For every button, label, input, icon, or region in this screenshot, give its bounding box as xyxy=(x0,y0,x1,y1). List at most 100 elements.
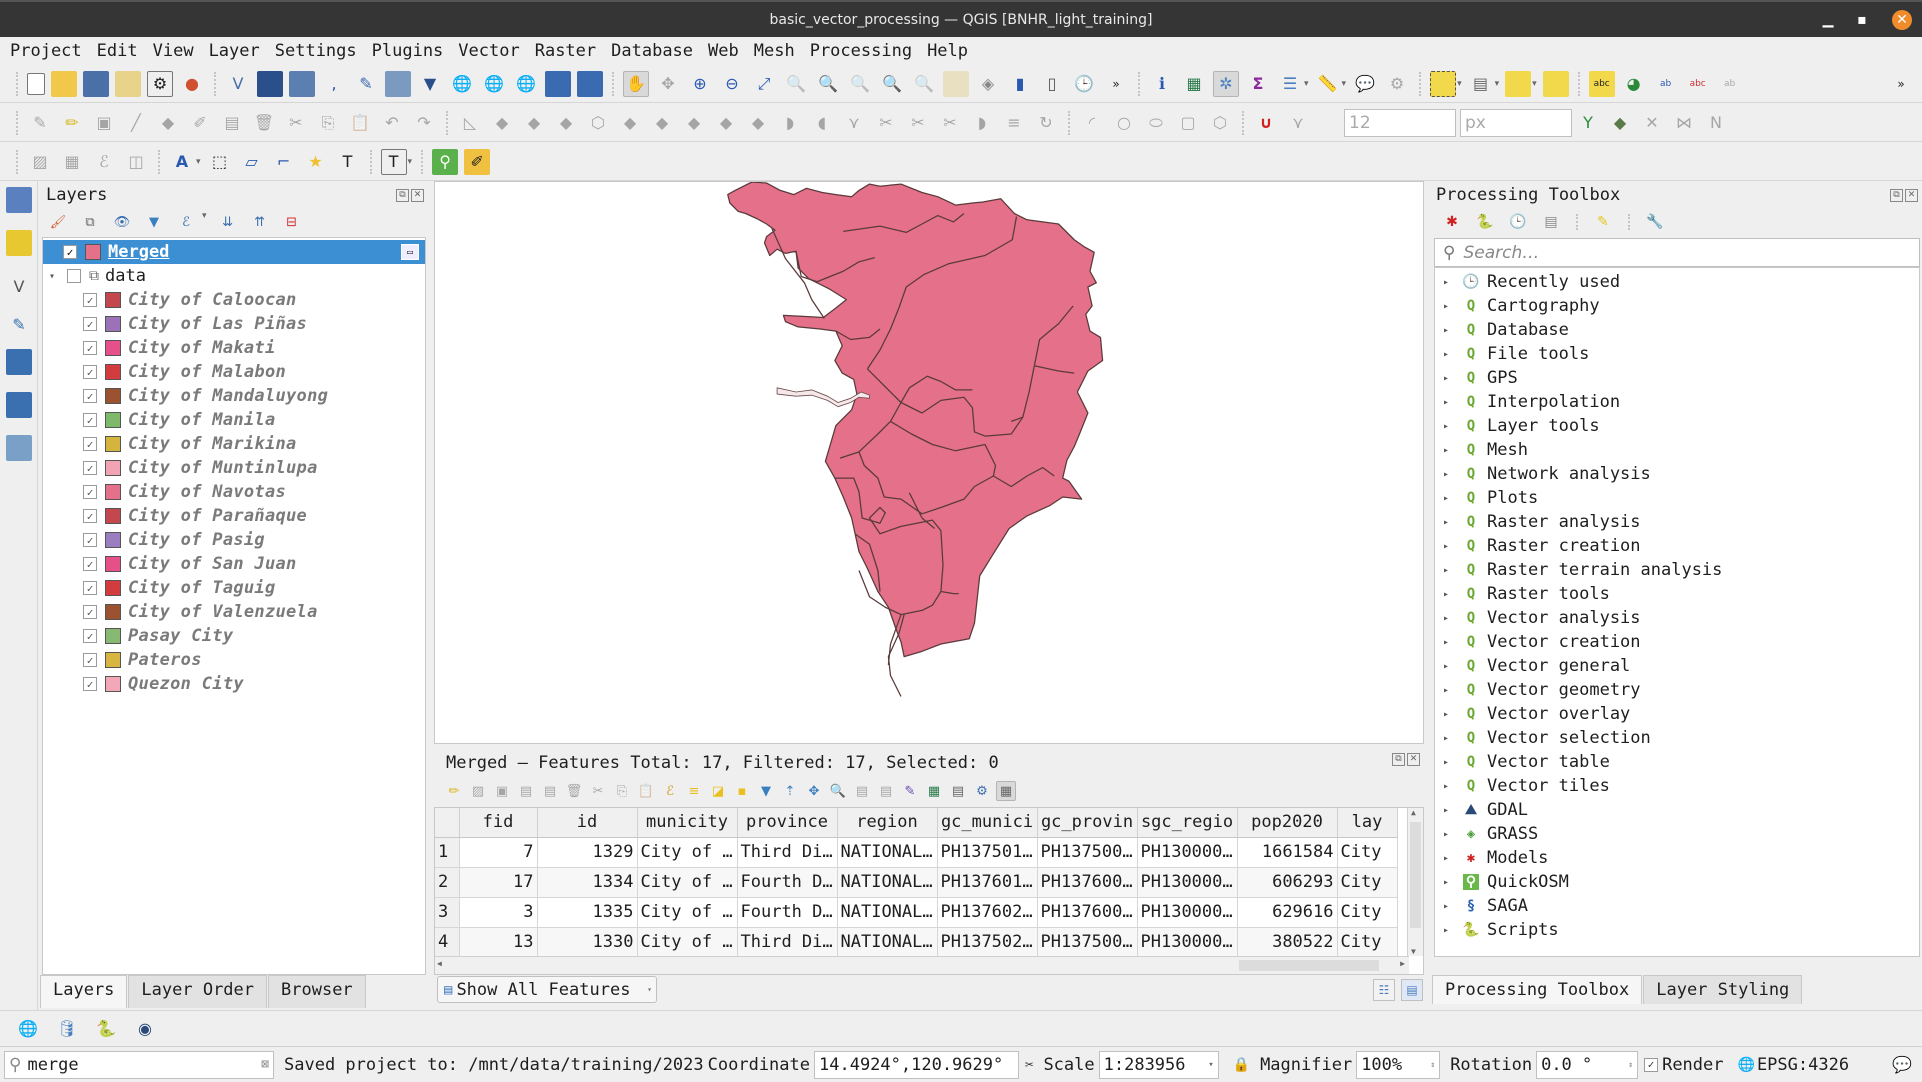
layer-item[interactable]: ✓ City of Caloocan xyxy=(43,288,425,312)
lock-scale-icon[interactable]: 🔒 xyxy=(1233,1057,1250,1073)
layer-visibility-checkbox[interactable]: ✓ xyxy=(83,629,97,643)
new-field-icon[interactable]: ▤ xyxy=(852,781,872,801)
menu-vector[interactable]: Vector xyxy=(456,41,521,61)
select-tool-icon[interactable]: ▦ xyxy=(59,149,85,175)
manage-visibility-icon[interactable]: 👁 xyxy=(111,211,133,233)
layer-item[interactable]: ✓ Pasay City xyxy=(43,624,425,648)
expand-arrow-icon[interactable]: ▸ xyxy=(1443,637,1455,648)
snapping-icon[interactable]: ∪ xyxy=(1253,110,1279,136)
table-cell[interactable]: PH130000… xyxy=(1137,927,1238,958)
layer-visibility-checkbox[interactable]: ✓ xyxy=(83,341,97,355)
table-cell[interactable]: PH137500… xyxy=(1037,837,1138,868)
layer-item[interactable]: ✓ City of Marikina xyxy=(43,432,425,456)
table-cell[interactable]: PH137501… xyxy=(937,837,1038,868)
menu-view[interactable]: View xyxy=(151,41,196,61)
data-source-manager-icon[interactable] xyxy=(6,187,32,213)
table-cell[interactable]: NATIONAL… xyxy=(837,927,938,958)
proc-close-icon[interactable]: ✕ xyxy=(1905,189,1918,202)
table-cell[interactable]: PH130000… xyxy=(1137,837,1238,868)
new-gpx-icon[interactable]: ✎ xyxy=(353,71,379,97)
filter-expression-icon[interactable]: ℰ xyxy=(175,211,197,233)
layer-item[interactable]: ✓ City of Las Piñas xyxy=(43,312,425,336)
shape-digitize-1-icon[interactable]: ◜ xyxy=(1079,110,1105,136)
invert-selection-icon[interactable]: ◪ xyxy=(708,781,728,801)
tab-layers[interactable]: Layers xyxy=(40,975,128,1008)
table-cell[interactable]: Fourth D… xyxy=(737,897,838,928)
crs-globe-icon[interactable]: 🌐 xyxy=(1738,1057,1755,1073)
messages-icon[interactable]: 💬 xyxy=(1892,1055,1912,1074)
clear-search-icon[interactable]: ⊠ xyxy=(261,1057,269,1072)
column-header[interactable]: province xyxy=(737,808,838,838)
expand-arrow-icon[interactable]: ▸ xyxy=(1443,805,1455,816)
table-cell[interactable]: 1661584 xyxy=(1237,837,1338,868)
table-cell[interactable]: City of … xyxy=(637,837,738,868)
column-header[interactable]: fid xyxy=(459,808,538,838)
table-cell[interactable]: PH130000… xyxy=(1137,897,1238,928)
processing-group-item[interactable]: ▸ 🐍 Scripts xyxy=(1435,918,1559,942)
expand-arrow-icon[interactable]: ▸ xyxy=(1443,373,1455,384)
expand-arrow-icon[interactable]: ▸ xyxy=(1443,877,1455,888)
table-cell[interactable]: NATIONAL… xyxy=(837,867,938,898)
save-project-icon[interactable] xyxy=(83,70,109,97)
offset-curve-icon[interactable]: ◖ xyxy=(809,110,835,136)
cad-icon[interactable]: ◺ xyxy=(457,110,483,136)
expand-arrow-icon[interactable]: ▸ xyxy=(1443,829,1455,840)
tab-processing-toolbox[interactable]: Processing Toolbox xyxy=(1432,975,1643,1004)
tab-layer-styling[interactable]: Layer Styling xyxy=(1643,975,1803,1004)
multi-edit-icon[interactable]: ▨ xyxy=(468,781,488,801)
menu-mesh[interactable]: Mesh xyxy=(752,41,797,61)
temporal-icon[interactable]: 🕒 xyxy=(1071,71,1097,97)
filter-legend-icon[interactable]: ▼ xyxy=(143,211,165,233)
delete-part-icon[interactable]: ◆ xyxy=(745,110,771,136)
layer-merged[interactable]: ✓ Merged ▭ xyxy=(43,240,425,264)
row-number[interactable]: 4 xyxy=(435,927,460,958)
tracing-icon[interactable]: ⋎ xyxy=(1285,110,1311,136)
add-feature-icon[interactable]: ▤ xyxy=(540,781,560,801)
magnifier-spinbox[interactable]: 100% ⇕ xyxy=(1356,1050,1441,1079)
menu-edit[interactable]: Edit xyxy=(95,41,140,61)
column-header[interactable]: gc_munici xyxy=(937,808,1038,838)
layer-visibility-checkbox[interactable]: ✓ xyxy=(83,533,97,547)
select-expression-icon[interactable]: ℰ xyxy=(660,781,680,801)
table-cell[interactable]: NATIONAL… xyxy=(837,897,938,928)
table-view-icon[interactable]: ▤ xyxy=(1401,979,1423,1001)
processing-group-item[interactable]: ▸ Q Database xyxy=(1435,318,1569,342)
diagram-icon[interactable]: ◕ xyxy=(1621,71,1647,97)
split-features-icon[interactable]: ✂ xyxy=(873,110,899,136)
expand-arrow-icon[interactable]: ▸ xyxy=(1443,685,1455,696)
rotation-spinbox[interactable]: 0.0 ° ⇕ xyxy=(1536,1050,1639,1079)
add-db-icon[interactable]: ▼ xyxy=(417,71,443,97)
models-icon[interactable]: ✱ xyxy=(1441,211,1463,233)
table-cell[interactable]: City of … xyxy=(637,897,738,928)
processing-group-item[interactable]: ▸ Q Raster tools xyxy=(1435,582,1610,606)
shape-circle-icon[interactable]: ○ xyxy=(1111,110,1137,136)
add-spatialite-icon[interactable]: ✎ xyxy=(6,311,32,337)
processing-group-item[interactable]: ▸ Q Mesh xyxy=(1435,438,1528,462)
table-cell[interactable]: PH137600… xyxy=(1037,867,1138,898)
rotate-symbols-icon[interactable]: ≡ xyxy=(1001,110,1027,136)
open-project-icon[interactable] xyxy=(51,70,77,97)
processing-search-input[interactable]: ⚲ Search… xyxy=(1434,238,1920,267)
expand-arrow-icon[interactable]: ▸ xyxy=(1443,901,1455,912)
add-group-icon[interactable]: ⧉ xyxy=(79,211,101,233)
add-part-icon[interactable]: ◆ xyxy=(649,110,675,136)
shape-rectangle-icon[interactable]: ▢ xyxy=(1175,110,1201,136)
table-cell[interactable]: City xyxy=(1337,837,1398,868)
layer-item[interactable]: ✓ Quezon City xyxy=(43,672,425,696)
cut-rows-icon[interactable]: ✂ xyxy=(588,781,608,801)
marker-annotation-icon[interactable]: ★ xyxy=(303,149,329,175)
table-cell[interactable]: 380522 xyxy=(1237,927,1338,958)
db-manager-icon[interactable]: 🛢 xyxy=(54,1016,80,1042)
attribute-table-icon[interactable]: ☰ xyxy=(1277,71,1303,97)
processing-group-item[interactable]: ▸ ✱ Models xyxy=(1435,846,1548,870)
layer-visibility-checkbox[interactable]: ✓ xyxy=(83,461,97,475)
split-line-icon[interactable]: Y xyxy=(1575,110,1601,136)
style-manager-icon[interactable]: ● xyxy=(179,71,205,97)
expression-icon[interactable]: ℰ xyxy=(91,149,117,175)
expand-arrow-icon[interactable]: ▸ xyxy=(1443,517,1455,528)
column-header[interactable]: gc_provin xyxy=(1037,808,1138,838)
processing-group-item[interactable]: ▸ Q Vector selection xyxy=(1435,726,1651,750)
layer-visibility-checkbox[interactable]: ✓ xyxy=(83,293,97,307)
column-header[interactable]: lay xyxy=(1337,808,1398,838)
processing-group-item[interactable]: ▸ Q Interpolation xyxy=(1435,390,1620,414)
